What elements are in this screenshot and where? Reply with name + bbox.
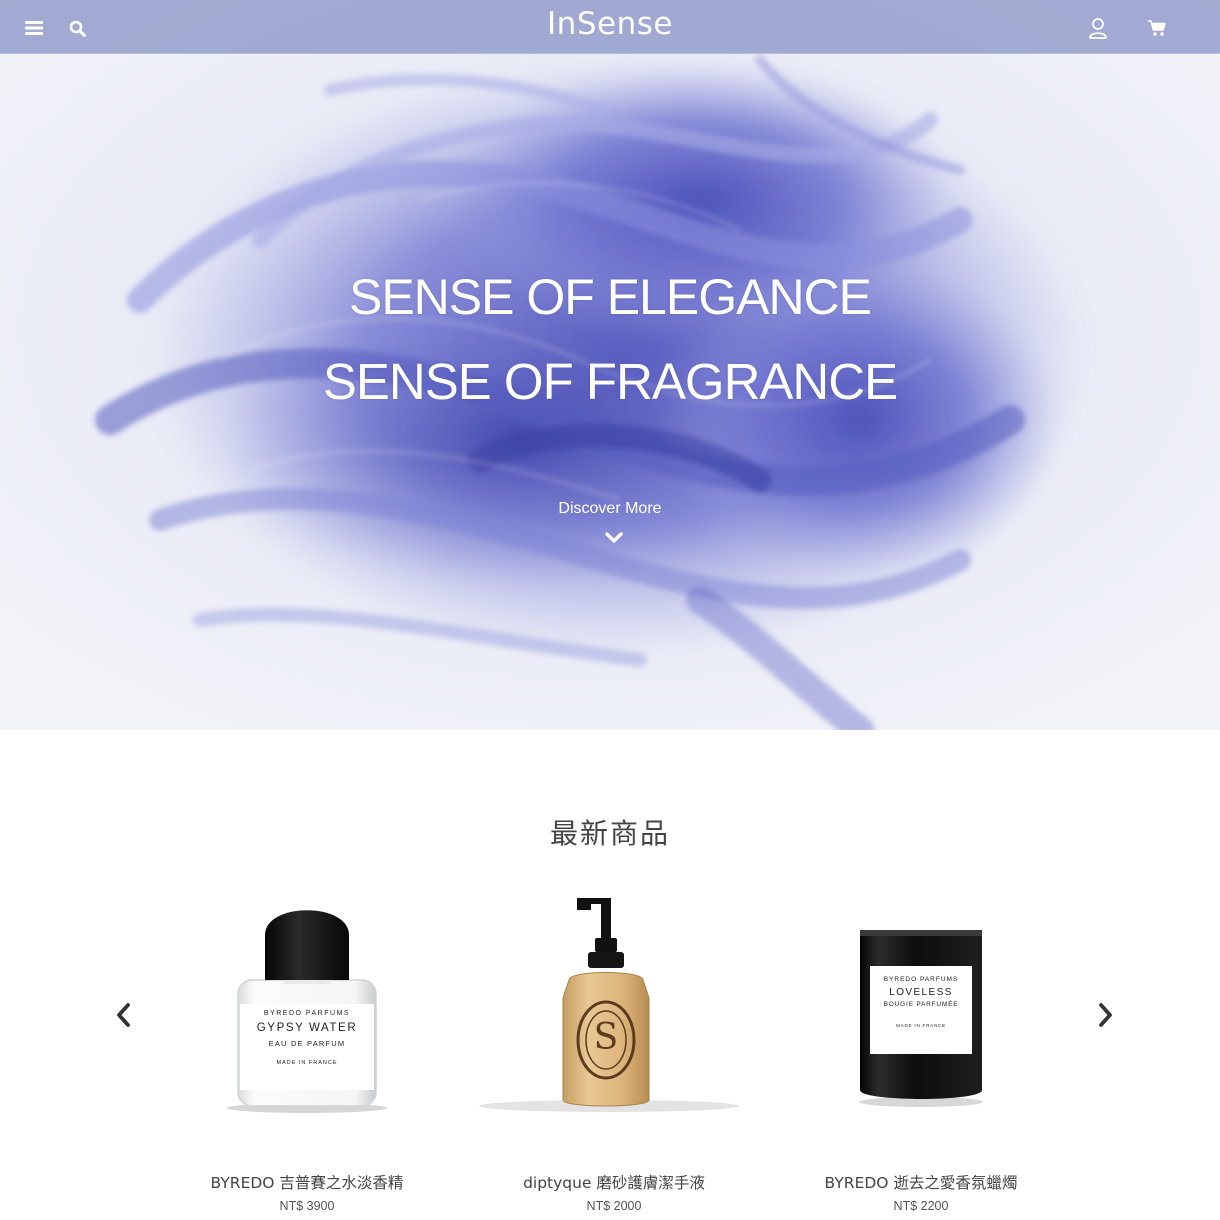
- top-navbar: InSense: [0, 0, 1220, 54]
- product-label-origin: MADE IN FRANCE: [896, 1023, 946, 1028]
- product-card[interactable]: S diptyque 磨砂護膚潔手液 NT$ 2000: [459, 880, 769, 1220]
- product-label-subtitle: BOUGIE PARFUMÉE: [883, 1001, 959, 1008]
- product-label-origin: MADE IN FRANCE: [276, 1060, 338, 1066]
- brand-logo[interactable]: InSense: [0, 6, 1220, 42]
- product-price: NT$ 3900: [279, 1199, 335, 1213]
- product-card[interactable]: BYREDO 吉普賽之水淡香精 NT$ 3900 BYREDO PARFUMS …: [152, 880, 462, 1220]
- product-name[interactable]: diptyque 磨砂護膚潔手液: [459, 1171, 769, 1193]
- carousel-next-button[interactable]: [1091, 998, 1121, 1032]
- product-label: BYREDO PARFUMS LOVELESS BOUGIE PARFUMÉE …: [870, 968, 972, 1028]
- chevron-down-icon[interactable]: [605, 532, 623, 544]
- discover-more-link[interactable]: Discover More: [0, 500, 1220, 518]
- product-name[interactable]: BYREDO 吉普賽之水淡香精: [152, 1171, 462, 1193]
- product-label-brand: BYREDO PARFUMS: [263, 1010, 351, 1017]
- product-price: NT$ 2000: [586, 1199, 642, 1213]
- shopping-cart-icon[interactable]: [1143, 14, 1171, 42]
- hero-headline-fragrance: SENSE OF FRAGRANCE: [322, 353, 898, 410]
- user-account-icon[interactable]: [1084, 14, 1112, 42]
- product-label-subtitle: EAU DE PARFUM: [268, 1039, 346, 1048]
- hero-headline-elegance: SENSE OF ELEGANCE: [348, 269, 872, 325]
- chevron-right-icon: [1099, 1003, 1112, 1027]
- product-label: BYREDO PARFUMS GYPSY WATER EAU DE PARFUM…: [240, 1006, 374, 1066]
- product-label-monogram: S: [593, 1017, 619, 1058]
- product-label-title: GYPSY WATER: [256, 1022, 358, 1034]
- product-label-title: LOVELESS: [889, 987, 953, 998]
- product-image-hand-wash-bottle: [479, 898, 739, 1112]
- hero-banner: SENSE OF ELEGANCE SENSE OF FRAGRANCE Dis…: [0, 0, 1220, 730]
- product-card[interactable]: BYREDO PARFUMS LOVELESS BOUGIE PARFUMÉE …: [766, 880, 1076, 1220]
- carousel-prev-button[interactable]: [108, 998, 138, 1032]
- latest-products-title: 最新商品: [549, 817, 670, 850]
- product-name[interactable]: BYREDO 逝去之愛香氛蠟燭: [766, 1171, 1076, 1193]
- chevron-left-icon: [117, 1003, 130, 1027]
- product-label-brand: BYREDO PARFUMS: [883, 976, 959, 983]
- product-price: NT$ 2200: [893, 1199, 949, 1213]
